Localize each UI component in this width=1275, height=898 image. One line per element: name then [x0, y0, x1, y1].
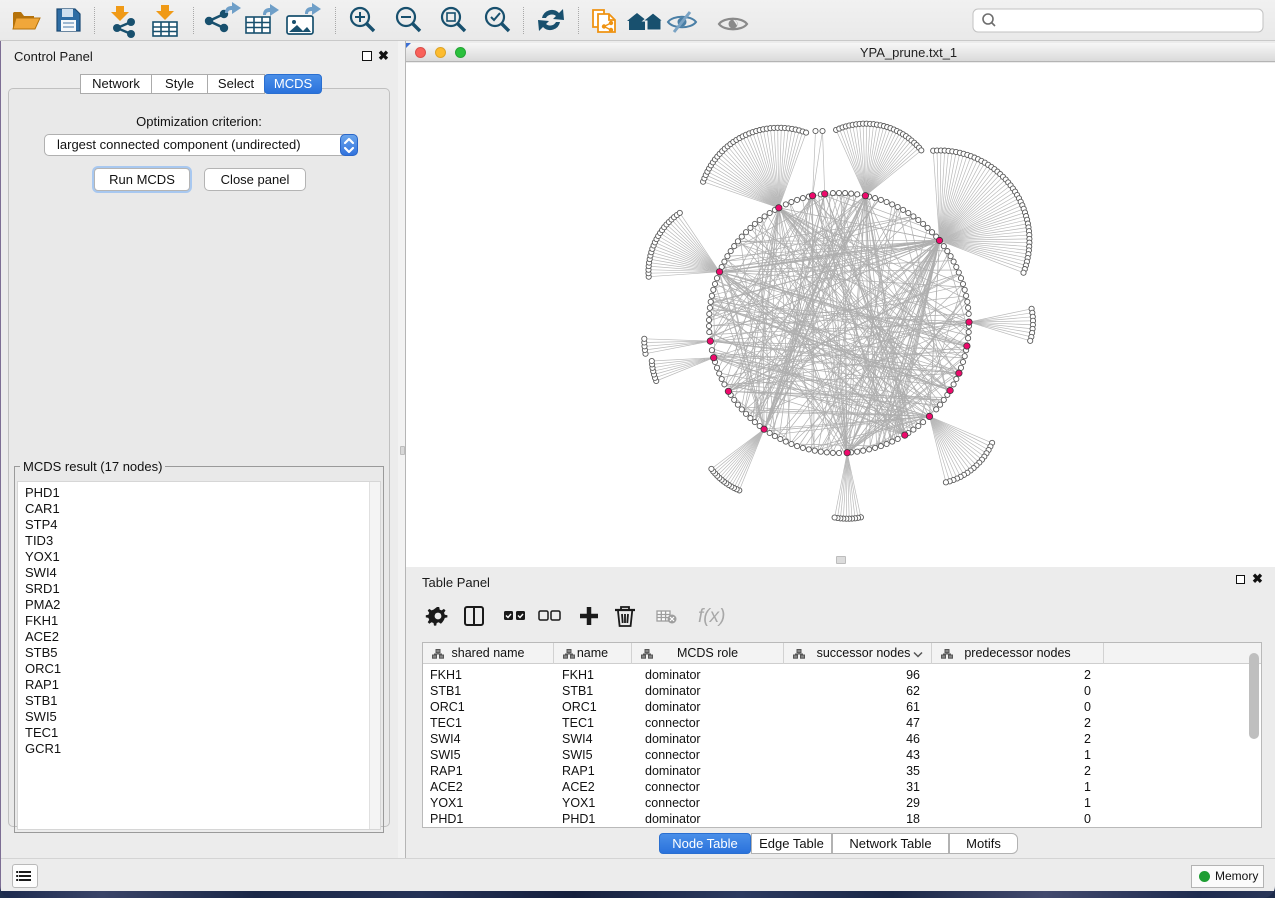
svg-text:f(x): f(x) [698, 606, 725, 627]
